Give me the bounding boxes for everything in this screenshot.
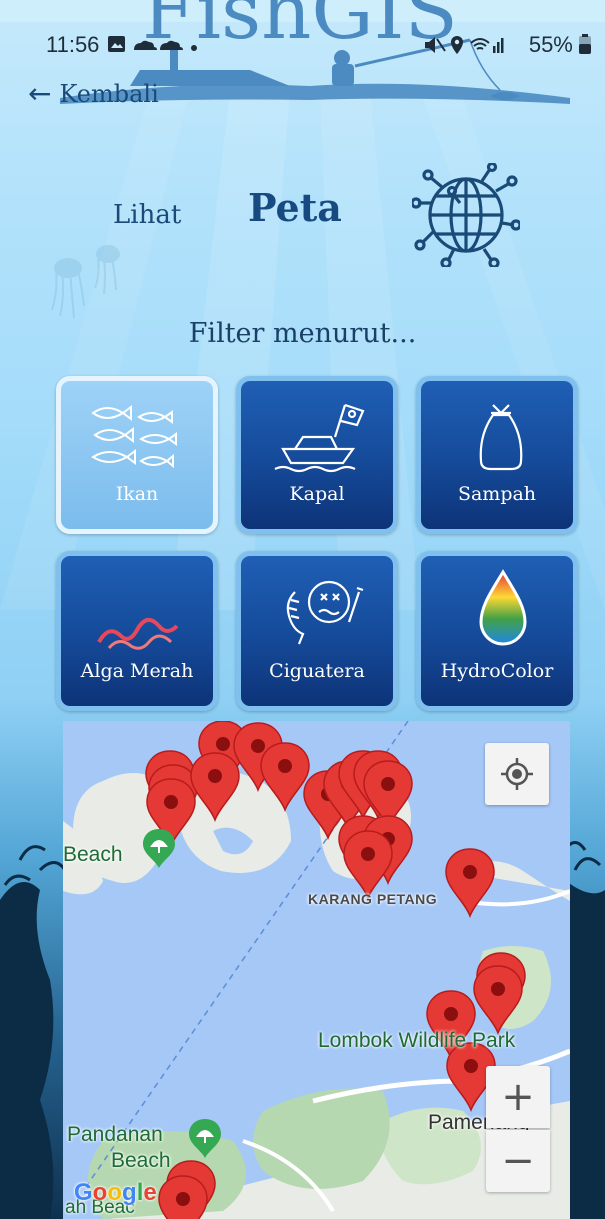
filter-tile-ciguatera[interactable]: Ciguatera	[236, 551, 398, 711]
page-title: Peta	[248, 185, 342, 230]
map-label-beach: Beach	[63, 843, 123, 866]
boat-icon	[274, 403, 365, 473]
map-label-pandanan: Pandanan	[67, 1123, 163, 1146]
trash-bag-icon	[479, 404, 523, 471]
filter-tile-alga-merah[interactable]: Alga Merah	[56, 551, 218, 711]
map-marker[interactable]	[445, 848, 495, 917]
battery-percent: 55%	[528, 32, 573, 57]
map-marker[interactable]	[190, 752, 240, 821]
google-logo: Google	[74, 1179, 157, 1206]
battery-status: 55%	[529, 32, 591, 58]
zoom-in-button[interactable]: +	[486, 1066, 550, 1128]
system-icons	[425, 36, 504, 54]
map-marker[interactable]	[158, 1175, 208, 1219]
battery-icon	[579, 34, 591, 54]
ciguatera-fish-icon	[286, 580, 364, 645]
water-drop-icon	[479, 569, 527, 646]
map-marker[interactable]	[343, 830, 393, 899]
map-label-lombok-wildlife-park: Lombok Wildlife Park	[318, 1029, 516, 1052]
filter-heading: Filter menurut...	[188, 318, 417, 349]
filter-label-kapal: Kapal	[289, 483, 345, 505]
filter-label-ciguatera: Ciguatera	[269, 660, 365, 682]
my-location-button[interactable]	[485, 743, 549, 805]
zoom-out-button[interactable]: −	[486, 1130, 550, 1192]
fish-icon	[91, 405, 177, 469]
filter-label-alga-merah: Alga Merah	[80, 660, 194, 682]
page-title-prefix: Lihat	[113, 200, 182, 230]
map-marker[interactable]	[260, 742, 310, 811]
globe-network-icon	[412, 163, 520, 267]
map-label-pandanan-beach: Beach	[111, 1149, 171, 1172]
back-button[interactable]: ← Kembali	[28, 77, 159, 110]
back-arrow-icon: ←	[28, 77, 52, 110]
map-marker[interactable]	[146, 778, 196, 847]
crosshair-location-icon	[501, 758, 533, 790]
map-view[interactable]: Beach KARANG PETANG Lombok Wildlife Park…	[63, 721, 570, 1219]
notification-icons	[108, 36, 197, 52]
filter-label-sampah: Sampah	[457, 483, 537, 505]
red-algae-wave-icon	[97, 618, 179, 650]
status-bar: 11:56 55%	[0, 28, 605, 62]
filter-tile-kapal[interactable]: Kapal	[236, 376, 398, 534]
map-marker[interactable]	[473, 965, 523, 1034]
map-label-karang-petang: KARANG PETANG	[308, 891, 438, 907]
filter-label-hydrocolor: HydroColor	[440, 660, 554, 682]
status-time: 11:56	[46, 32, 100, 57]
app-screen: FishGIS 11:56 55% ← Kembali Lihat Peta F…	[0, 0, 605, 1219]
filter-tile-hydrocolor[interactable]: HydroColor	[416, 551, 578, 711]
filter-label-ikan: Ikan	[115, 483, 159, 505]
filter-tile-ikan[interactable]: Ikan	[56, 376, 218, 534]
filter-tile-sampah[interactable]: Sampah	[416, 376, 578, 534]
back-label: Kembali	[59, 80, 159, 108]
